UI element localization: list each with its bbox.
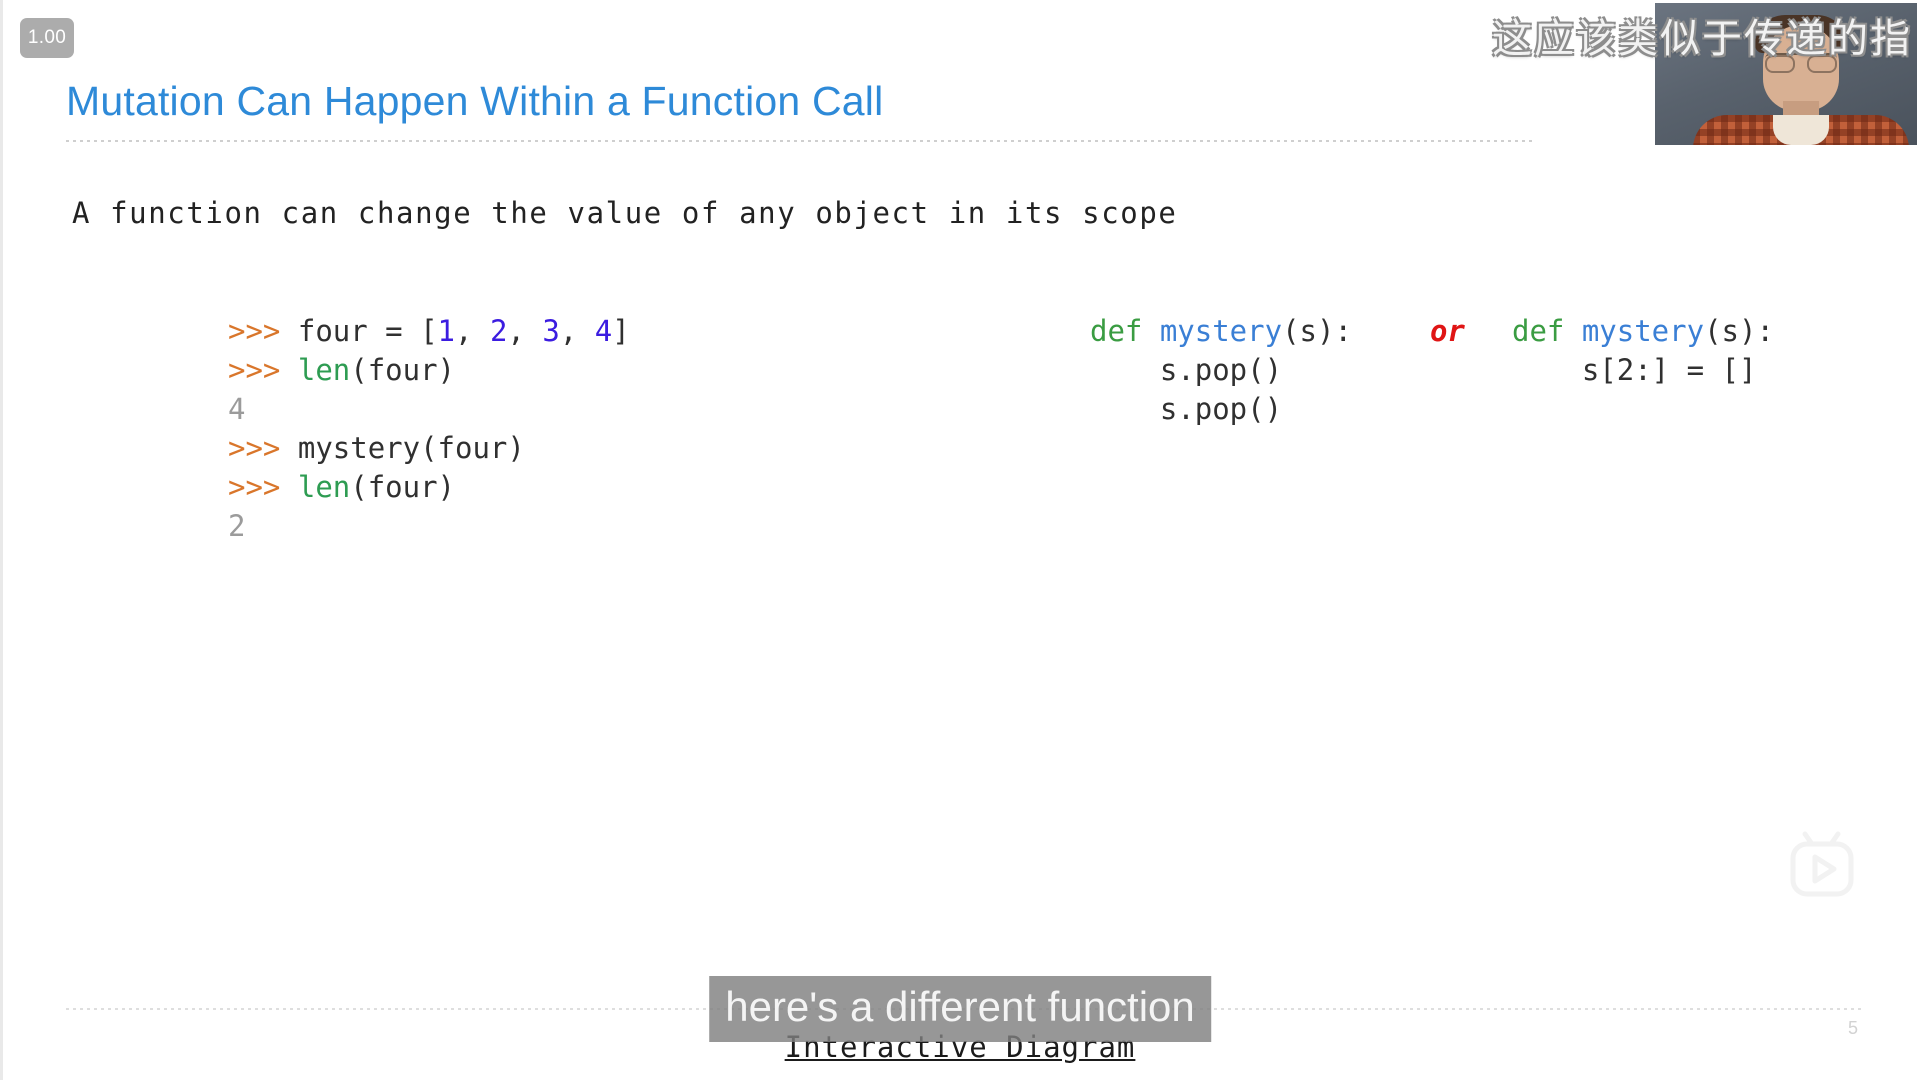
chinese-subtitle-overlay: 这应该类似于传递的指: [1492, 16, 1912, 62]
code-token-plain: ,: [455, 314, 490, 348]
code-token-out: 2: [228, 509, 246, 543]
code-token-kw: def: [1090, 314, 1160, 348]
code-token-num: 2: [489, 314, 508, 348]
repl-code-block: >>> four = [1, 2, 3, 4] >>> len(four) 4 >>>…: [228, 312, 630, 546]
code-token-plain: (four): [350, 470, 456, 504]
repl-prompt: >>>: [228, 314, 281, 348]
code-token-plain: (four): [350, 353, 456, 387]
code-token-plain: (s):: [1282, 314, 1352, 348]
repl-prompt: >>>: [228, 470, 281, 504]
page-number: 5: [1847, 1018, 1858, 1038]
slide-canvas: 1.00 Mutation Can Happen Within a Functi…: [0, 0, 1920, 1080]
code-token-fname: mystery: [1581, 314, 1705, 348]
or-keyword: or: [1430, 314, 1465, 348]
code-token-plain: s[2:] = []: [1512, 353, 1757, 387]
repl-line: >>> len(four): [228, 351, 630, 390]
definition-a-line: s.pop(): [1090, 390, 1352, 429]
code-token-plain: s.pop(): [1090, 392, 1283, 426]
repl-line: 4: [228, 390, 630, 429]
code-token-fname: mystery: [1159, 314, 1283, 348]
left-edge-rule: [0, 0, 3, 1080]
repl-line: >>> four = [1, 2, 3, 4]: [228, 312, 630, 351]
function-definition-a: def mystery(s): s.pop() s.pop(): [1090, 312, 1352, 429]
presenter-collar: [1773, 115, 1829, 145]
definition-b-line: def mystery(s):: [1512, 312, 1774, 351]
code-token-plain: ]: [612, 314, 630, 348]
function-definition-b: def mystery(s): s[2:] = []: [1512, 312, 1774, 390]
repl-line: >>> mystery(four): [228, 429, 630, 468]
repl-line: 2: [228, 507, 630, 546]
code-token-plain: (s):: [1704, 314, 1774, 348]
page-title: Mutation Can Happen Within a Function Ca…: [66, 78, 884, 124]
code-token-builtin: len: [297, 353, 351, 387]
code-token-out: 4: [228, 392, 246, 426]
code-token-num: 3: [542, 314, 560, 348]
playback-rate-badge[interactable]: 1.00: [20, 18, 74, 58]
code-token-num: 4: [594, 314, 613, 348]
code-token-plain: s.pop(): [1090, 353, 1283, 387]
slide-body-text: A function can change the value of any o…: [72, 196, 1178, 230]
code-token-builtin: len: [297, 470, 351, 504]
english-caption: here's a different function: [709, 976, 1211, 1042]
code-token-plain: mystery(four): [297, 431, 525, 465]
code-token-kw: def: [1512, 314, 1582, 348]
code-token-plain: [: [420, 314, 438, 348]
tv-play-icon: [1784, 830, 1868, 902]
repl-prompt: >>>: [228, 353, 281, 387]
code-token-plain: ,: [507, 314, 543, 348]
repl-prompt: >>>: [228, 431, 281, 465]
code-token-plain: four =: [297, 314, 421, 348]
title-divider: [66, 140, 1536, 142]
definition-b-line: s[2:] = []: [1512, 351, 1774, 390]
definition-a-line: def mystery(s):: [1090, 312, 1352, 351]
or-separator: or: [1430, 312, 1465, 351]
definition-a-line: s.pop(): [1090, 351, 1352, 390]
repl-line: >>> len(four): [228, 468, 630, 507]
code-token-num: 1: [437, 314, 456, 348]
code-token-plain: ,: [559, 314, 595, 348]
